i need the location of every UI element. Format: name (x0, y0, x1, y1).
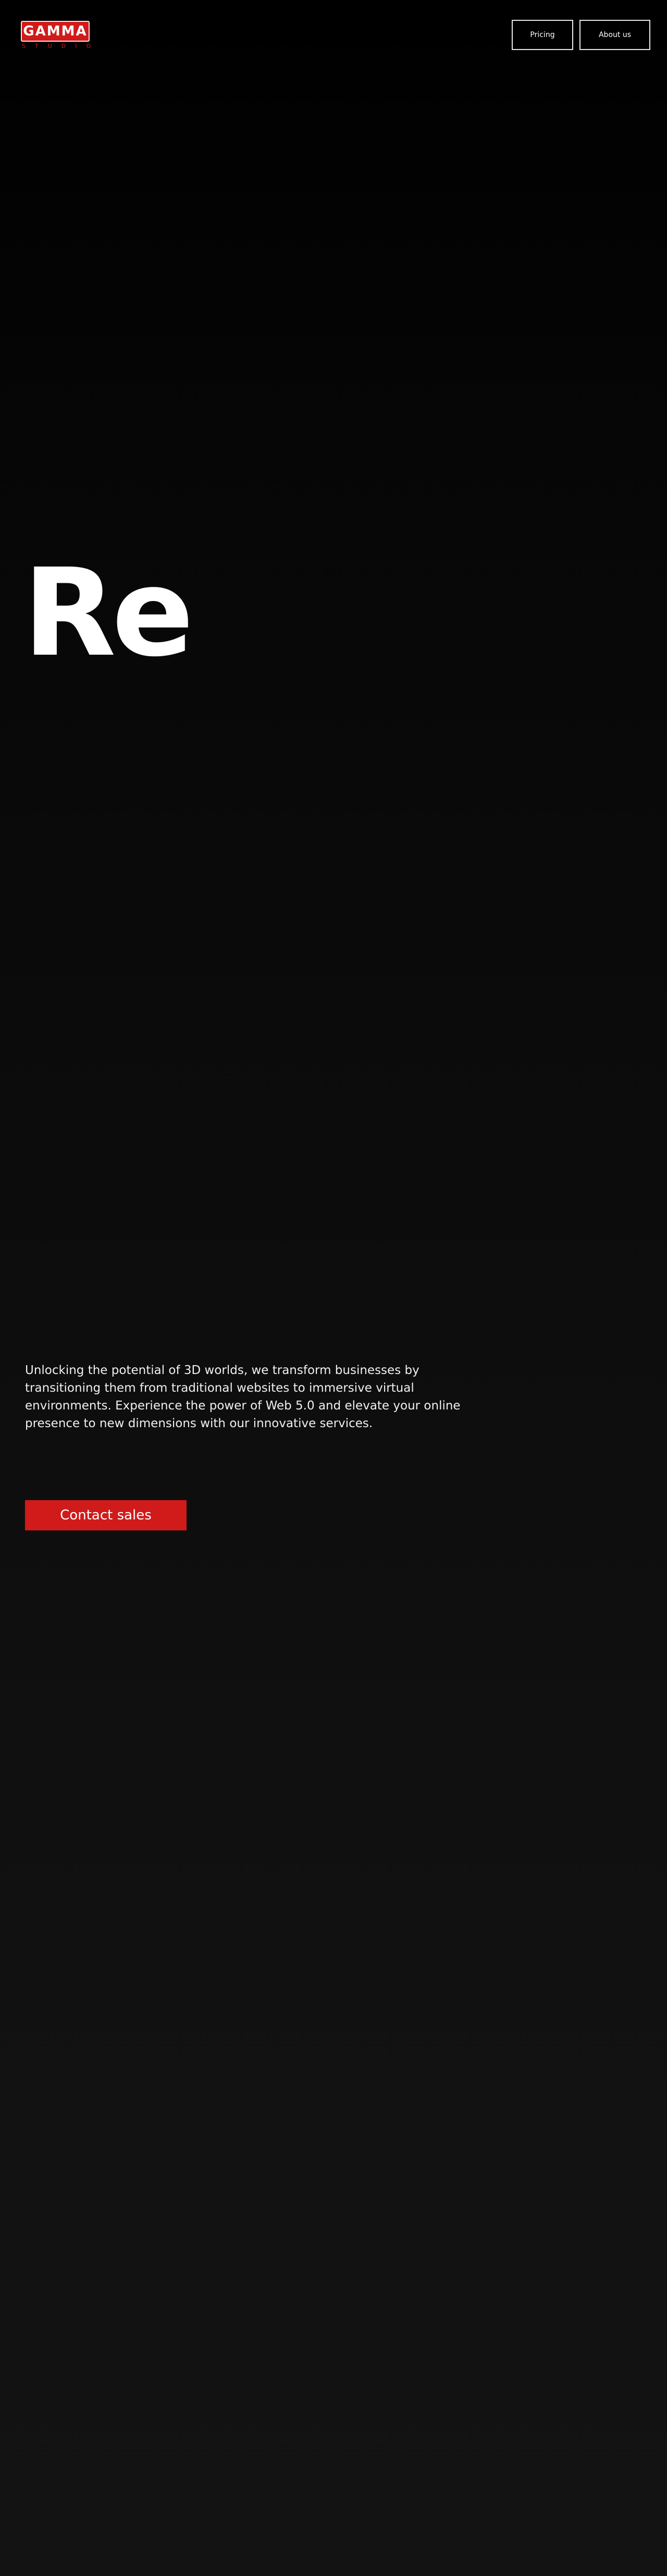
nav-about-us-button[interactable]: About us (579, 20, 650, 50)
logo-wordmark: GAMMA (23, 23, 88, 39)
hero-description: Unlocking the potential of 3D worlds, we… (25, 1364, 461, 1430)
nav-pricing-button[interactable]: Pricing (512, 20, 573, 50)
site-header: GAMMA STUDIO Pricing About us (0, 0, 667, 73)
contact-sales-button[interactable]: Contact sales (25, 1500, 187, 1530)
gamma-studio-logo[interactable]: GAMMA STUDIO (21, 21, 92, 50)
logo-badge: GAMMA (21, 21, 90, 42)
main-nav: Pricing About us (512, 20, 650, 50)
hero-animated-word: Re (23, 543, 194, 683)
logo-subtitle: STUDIO (22, 43, 101, 50)
